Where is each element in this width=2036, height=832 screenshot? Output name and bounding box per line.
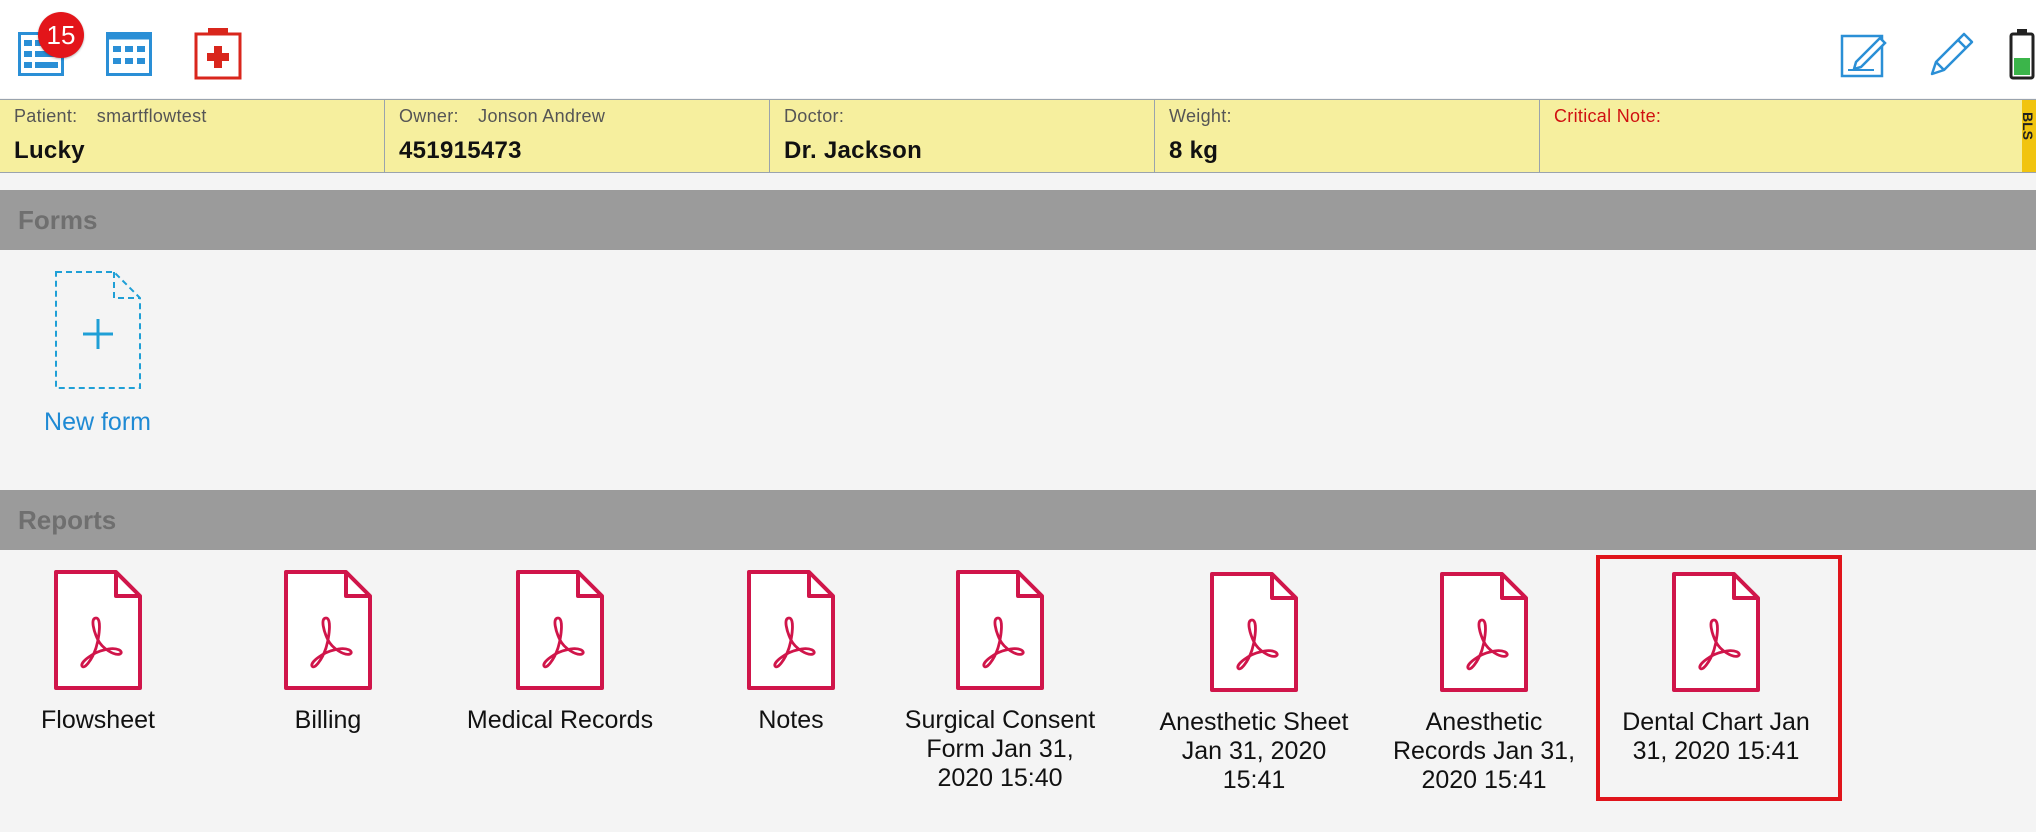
pdf-file-icon bbox=[516, 570, 604, 690]
bls-side-tab[interactable]: BLS bbox=[2022, 100, 2036, 172]
report-item[interactable]: Flowsheet bbox=[0, 570, 213, 735]
report-label-line2: 31, 2020 15:41 bbox=[1632, 737, 1800, 765]
toolbar: 15 bbox=[0, 0, 2036, 98]
critical-note-cell[interactable]: Critical Note: bbox=[1540, 100, 2024, 172]
patient-name: Lucky bbox=[14, 137, 85, 164]
pdf-file-icon bbox=[1672, 572, 1760, 692]
weight-label: Weight: bbox=[1169, 106, 1232, 126]
pdf-file-icon bbox=[956, 570, 1044, 690]
report-item[interactable]: Billing bbox=[213, 570, 443, 735]
new-form-label: New form bbox=[44, 408, 151, 436]
report-label-line1: Flowsheet bbox=[41, 706, 155, 734]
pdf-file-icon bbox=[1440, 572, 1528, 692]
report-item[interactable]: Medical Records bbox=[445, 570, 675, 735]
patient-account: smartflowtest bbox=[96, 106, 207, 126]
report-item[interactable]: Dental Chart Jan 31, 2020 15:41 bbox=[1601, 572, 1831, 766]
pdf-file-icon bbox=[1210, 572, 1298, 692]
report-label-line3: 2020 15:41 bbox=[1421, 766, 1547, 794]
pencil-icon[interactable] bbox=[1928, 30, 1976, 78]
report-label-line1: Billing bbox=[294, 706, 362, 734]
patient-cell: Patient: smartflowtest Lucky bbox=[0, 100, 385, 172]
report-label-line1: Dental Chart Jan bbox=[1622, 708, 1810, 736]
owner-cell: Owner: Jonson Andrew 451915473 bbox=[385, 100, 770, 172]
doctor-name: Dr. Jackson bbox=[784, 137, 923, 164]
doctor-label: Doctor: bbox=[784, 106, 845, 126]
critical-note-label: Critical Note: bbox=[1554, 106, 1662, 126]
pdf-file-icon bbox=[747, 570, 835, 690]
weight-cell: Weight: 8 kg bbox=[1155, 100, 1540, 172]
report-label-line1: Anesthetic Sheet bbox=[1159, 708, 1349, 736]
report-label-line1: Surgical Consent bbox=[904, 706, 1096, 734]
grid-icon[interactable] bbox=[106, 32, 152, 76]
report-label-line3: 2020 15:40 bbox=[937, 764, 1063, 792]
new-form-button[interactable]: New form bbox=[30, 270, 165, 437]
pdf-file-icon bbox=[54, 570, 142, 690]
patient-info-bar: Patient: smartflowtest Lucky Owner: Jons… bbox=[0, 99, 2036, 173]
reports-section-header: Reports bbox=[0, 490, 2036, 550]
doctor-cell: Doctor: Dr. Jackson bbox=[770, 100, 1155, 172]
report-label-line3: 15:41 bbox=[1222, 766, 1286, 794]
report-item[interactable]: Notes bbox=[676, 570, 906, 735]
forms-section-header: Forms bbox=[0, 190, 2036, 250]
weight-value: 8 kg bbox=[1169, 137, 1219, 164]
report-label-line1: Anesthetic bbox=[1425, 708, 1543, 736]
battery-icon bbox=[2008, 28, 2036, 80]
report-item[interactable]: Surgical Consent Form Jan 31, 2020 15:40 bbox=[885, 570, 1115, 793]
patient-label: Patient: bbox=[14, 106, 78, 126]
bls-side-tab-label: BLS bbox=[2022, 112, 2036, 140]
report-label-line1: Notes bbox=[758, 706, 824, 734]
report-label-line2: Form Jan 31, bbox=[926, 735, 1074, 763]
owner-id: 451915473 bbox=[399, 137, 522, 164]
owner-name: Jonson Andrew bbox=[478, 106, 606, 126]
report-item[interactable]: Anesthetic Records Jan 31, 2020 15:41 bbox=[1369, 572, 1599, 795]
medical-kit-icon[interactable] bbox=[194, 26, 242, 80]
report-label-line2: Records Jan 31, bbox=[1392, 737, 1576, 765]
report-label-line2: Jan 31, 2020 bbox=[1181, 737, 1327, 765]
report-label-line1: Medical Records bbox=[466, 706, 654, 734]
report-item[interactable]: Anesthetic Sheet Jan 31, 2020 15:41 bbox=[1139, 572, 1369, 795]
notification-badge: 15 bbox=[38, 12, 84, 58]
new-form-icon bbox=[54, 271, 141, 389]
edit-note-icon[interactable] bbox=[1840, 30, 1888, 78]
owner-label: Owner: bbox=[399, 106, 459, 126]
pdf-file-icon bbox=[284, 570, 372, 690]
